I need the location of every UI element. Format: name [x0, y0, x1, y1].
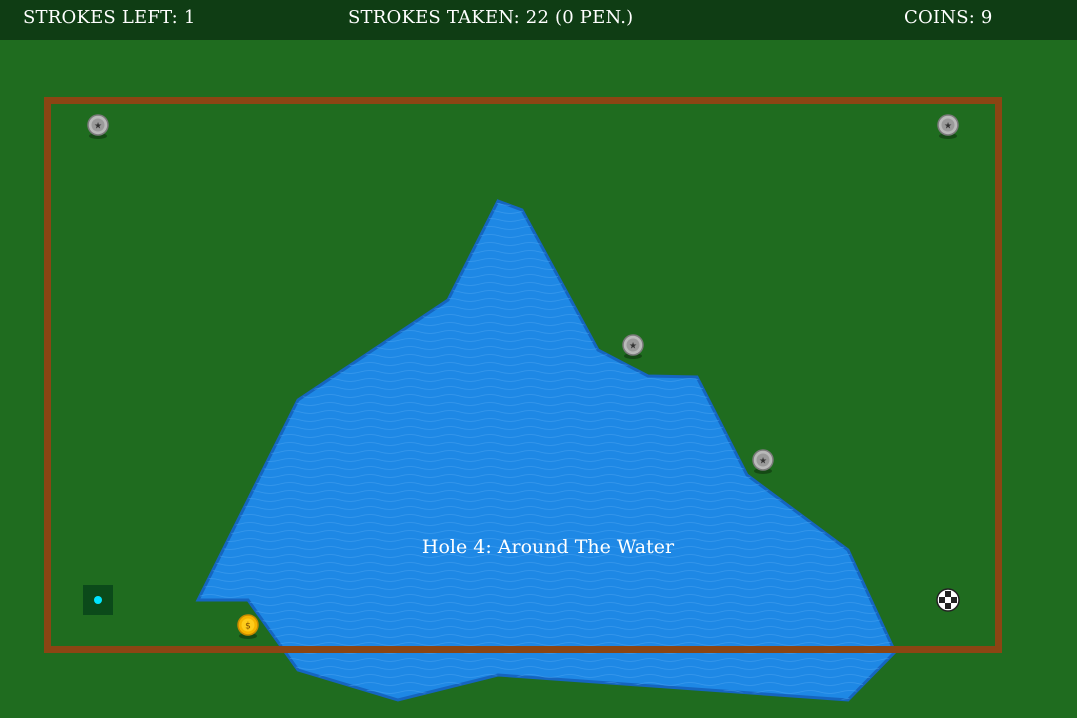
water-waves: [198, 201, 895, 700]
tee-box[interactable]: [83, 585, 113, 615]
golf-course[interactable]: ★ ★ ★ ★ $: [0, 0, 1077, 718]
silver-coin-star: ★: [944, 122, 952, 132]
hole-cup: [936, 588, 960, 612]
golf-ball[interactable]: [94, 596, 102, 604]
silver-coin: ★: [937, 114, 959, 139]
water-hazard: [195, 199, 897, 702]
gold-coin: $: [237, 614, 259, 639]
silver-coin-star: ★: [94, 122, 102, 132]
silver-coin: ★: [87, 114, 109, 139]
silver-coin: ★: [752, 449, 774, 474]
silver-coin-star: ★: [629, 342, 637, 352]
silver-coin-star: ★: [759, 457, 767, 467]
gold-coin-symbol: $: [245, 622, 251, 632]
silver-coin: ★: [622, 334, 644, 359]
hole-title: Hole 4: Around The Water: [421, 536, 675, 558]
